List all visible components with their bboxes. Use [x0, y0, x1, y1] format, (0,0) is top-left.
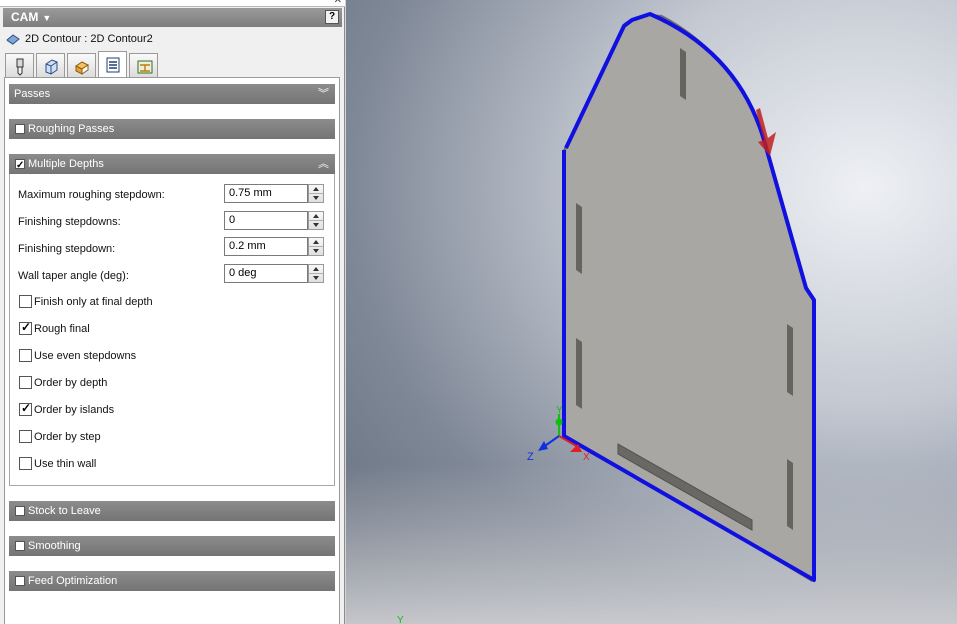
- passes-group-header[interactable]: Passes ︾: [9, 84, 335, 104]
- finishing-stepdown-label: Finishing stepdown:: [18, 243, 116, 255]
- order-by-islands-label: Order by islands: [34, 404, 115, 416]
- rough-final-checkbox[interactable]: [19, 320, 32, 335]
- part-scene[interactable]: Y Z X Y: [346, 0, 957, 624]
- feed-optimization-label: Feed Optimization: [28, 575, 118, 587]
- collapse-icon[interactable]: ︽: [318, 154, 329, 174]
- order-by-depth-label: Order by depth: [34, 377, 108, 389]
- passes-icon: [106, 57, 120, 73]
- bottom-axis-y-label: Y: [397, 615, 404, 624]
- slot: [576, 338, 582, 409]
- axis-z-arrow: [538, 441, 548, 451]
- heights-icon: [75, 61, 89, 75]
- axis-y-label: Y: [556, 405, 563, 416]
- max-stepdown-label: Maximum roughing stepdown:: [18, 189, 165, 201]
- rough-final-label: Rough final: [34, 323, 90, 335]
- tab-linking[interactable]: [129, 53, 158, 77]
- stock-to-leave-group-header[interactable]: Stock to Leave: [9, 501, 335, 521]
- feed-optimization-group-header[interactable]: Feed Optimization: [9, 571, 335, 591]
- finish-only-final-depth-checkbox[interactable]: [19, 295, 32, 308]
- multiple-depths-checkbox[interactable]: [15, 156, 25, 176]
- operation-title-text: 2D Contour : 2D Contour2: [25, 33, 153, 45]
- use-even-stepdowns-label: Use even stepdowns: [34, 350, 137, 362]
- axis-x-label: X: [583, 452, 590, 463]
- slot: [787, 459, 793, 530]
- collapse-all-icon[interactable]: ︾: [318, 84, 329, 104]
- axis-origin: [555, 418, 563, 426]
- max-stepdown-spinner[interactable]: [308, 184, 324, 203]
- order-by-step-label: Order by step: [34, 431, 101, 443]
- order-by-depth-checkbox[interactable]: [19, 376, 32, 389]
- tab-heights[interactable]: [67, 53, 96, 77]
- tool-icon: [16, 58, 24, 76]
- roughing-passes-label: Roughing Passes: [28, 123, 115, 135]
- operation-title: 2D Contour : 2D Contour2: [6, 30, 153, 48]
- slot: [680, 48, 686, 100]
- use-even-stepdowns-checkbox[interactable]: [19, 349, 32, 362]
- finishing-stepdowns-label: Finishing stepdowns:: [18, 216, 121, 228]
- slot: [787, 324, 793, 396]
- finish-only-final-depth-label: Finish only at final depth: [34, 296, 153, 308]
- wall-taper-spinner[interactable]: [308, 264, 324, 283]
- roughing-passes-group-header[interactable]: Roughing Passes: [9, 119, 335, 139]
- finishing-stepdowns-spinner[interactable]: [308, 211, 324, 230]
- axis-z-label: Z: [527, 451, 534, 463]
- tab-geometry[interactable]: [36, 53, 65, 77]
- close-icon[interactable]: ✕: [334, 0, 342, 6]
- wall-taper-input[interactable]: 0 deg: [224, 264, 308, 283]
- use-thin-wall-label: Use thin wall: [34, 458, 97, 470]
- order-by-step-checkbox[interactable]: [19, 430, 32, 443]
- use-thin-wall-checkbox[interactable]: [19, 457, 32, 470]
- 3d-viewport[interactable]: Y Z X Y: [346, 0, 957, 624]
- multiple-depths-group-header[interactable]: Multiple Depths ︽: [9, 154, 335, 176]
- passes-group-label: Passes: [14, 88, 51, 100]
- slot: [576, 203, 582, 274]
- panel-top-strip: ✕: [0, 0, 345, 7]
- order-by-islands-checkbox[interactable]: [19, 401, 32, 416]
- feed-optimization-checkbox[interactable]: [15, 576, 25, 586]
- finishing-stepdowns-input[interactable]: 0: [224, 211, 308, 230]
- help-button[interactable]: ?: [325, 10, 339, 24]
- stock-to-leave-label: Stock to Leave: [28, 505, 101, 517]
- linking-icon: [137, 60, 153, 74]
- cam-menu-title[interactable]: CAM: [11, 10, 38, 24]
- contour-operation-icon: [6, 34, 20, 46]
- tab-tool[interactable]: [5, 53, 34, 77]
- finishing-stepdown-input[interactable]: 0.2 mm: [224, 237, 308, 256]
- max-stepdown-input[interactable]: 0.75 mm: [224, 184, 308, 203]
- tab-passes[interactable]: [98, 51, 127, 78]
- smoothing-checkbox[interactable]: [15, 541, 25, 551]
- smoothing-group-header[interactable]: Smoothing: [9, 536, 335, 556]
- finishing-stepdown-spinner[interactable]: [308, 237, 324, 256]
- stock-to-leave-checkbox[interactable]: [15, 506, 25, 516]
- roughing-passes-checkbox[interactable]: [15, 124, 25, 134]
- smoothing-label: Smoothing: [28, 540, 81, 552]
- cam-browser-panel: ✕ CAM ▼ ? 2D Contour : 2D Contour2 Passe…: [0, 0, 345, 624]
- cam-header: CAM ▼ ?: [3, 8, 342, 27]
- wall-taper-label: Wall taper angle (deg):: [18, 270, 129, 282]
- chevron-down-icon[interactable]: ▼: [42, 13, 51, 23]
- multiple-depths-label: Multiple Depths: [28, 158, 104, 170]
- geometry-icon: [45, 59, 58, 75]
